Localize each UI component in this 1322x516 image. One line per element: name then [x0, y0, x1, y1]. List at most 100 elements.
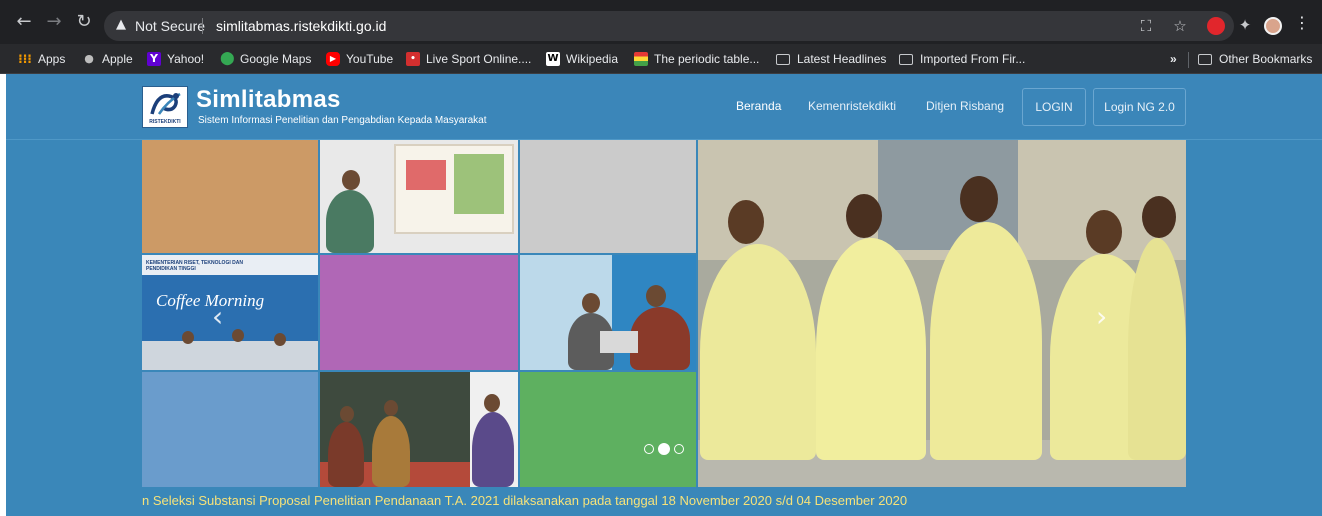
person-head [1142, 196, 1176, 238]
opera-extension-icon[interactable] [1207, 17, 1225, 35]
person-head [274, 333, 286, 346]
banner-text: KEMENTERIAN RISET, TEKNOLOGI DAN PENDIDI… [146, 260, 243, 272]
bookmark-live-sport[interactable]: • Live Sport Online.... [406, 51, 531, 67]
slider-tile-purple [320, 255, 518, 370]
wikipedia-icon: W [546, 52, 560, 66]
person-head [1086, 210, 1122, 254]
person-body [472, 412, 514, 487]
address-bar[interactable]: ▲ Not Secure simlitabmas.ristekdikti.go.… [104, 11, 1234, 41]
bookmark-label: Latest Headlines [797, 52, 887, 66]
maps-pin-icon: ⬤ [220, 51, 235, 66]
reload-icon[interactable]: ↻ [74, 12, 94, 32]
bookmark-periodic-table[interactable]: The periodic table... [634, 51, 759, 67]
person-head [582, 293, 600, 313]
browser-toolbar: ← → ↻ ▲ Not Secure simlitabmas.ristekdik… [0, 0, 1322, 44]
slider-tile-tan [142, 140, 318, 253]
screen-graphic [406, 160, 446, 190]
bookmark-label: Apps [38, 52, 66, 66]
person-head [484, 394, 500, 412]
site-logo[interactable]: RISTEKDIKTI [142, 86, 188, 128]
person-head [340, 406, 354, 422]
periodic-icon [634, 52, 648, 66]
bookmark-label: Wikipedia [566, 52, 619, 66]
site-subtitle: Sistem Informasi Penelitian dan Pengabdi… [198, 115, 487, 126]
warning-icon[interactable]: ▲ [116, 17, 126, 32]
laptop [600, 331, 638, 353]
person-body [372, 416, 410, 487]
youtube-icon: ▶ [326, 52, 340, 66]
slider-photo-discussion [520, 255, 696, 370]
login-button[interactable]: LOGIN [1022, 88, 1086, 126]
person-head [728, 200, 764, 244]
login-ng-button[interactable]: Login NG 2.0 [1093, 88, 1186, 126]
apple-icon: ● [84, 52, 94, 65]
bookmark-youtube[interactable]: ▶ YouTube [326, 51, 393, 67]
bookmark-google-maps[interactable]: ⬤ Google Maps [220, 51, 311, 67]
omnibox-divider [202, 18, 203, 34]
bookmarks-overflow-button[interactable]: » [1170, 51, 1177, 67]
back-icon[interactable]: ← [14, 12, 34, 32]
folder-icon [1198, 53, 1212, 65]
folder-icon [776, 53, 790, 65]
nav-ditjen-risbang[interactable]: Ditjen Risbang [926, 99, 1004, 113]
avatar[interactable] [1264, 17, 1282, 35]
person-head [646, 285, 666, 307]
person-head [846, 194, 882, 238]
logo-caption: RISTEKDIKTI [149, 119, 181, 125]
person-head [232, 329, 244, 342]
translate-icon[interactable]: ⛶ [1136, 16, 1156, 36]
person-head [384, 400, 398, 416]
screen-graphic [454, 154, 504, 214]
bookmark-imported[interactable]: Imported From Fir... [899, 51, 1025, 67]
bookmark-other[interactable]: Other Bookmarks [1198, 51, 1312, 67]
slider-dot-active[interactable] [658, 443, 670, 455]
slider-dot[interactable] [674, 444, 684, 454]
slider-prev-icon[interactable]: ‹ [212, 300, 223, 333]
slider-next-icon[interactable]: › [1096, 300, 1107, 333]
page-content: RISTEKDIKTI Simlitabmas Sistem Informasi… [6, 74, 1322, 516]
bookmark-label: Imported From Fir... [920, 52, 1026, 66]
bookmark-label: YouTube [346, 52, 394, 66]
person-head [182, 331, 194, 344]
nav-beranda[interactable]: Beranda [736, 99, 781, 113]
star-icon[interactable]: ☆ [1170, 16, 1190, 36]
image-slider[interactable]: KEMENTERIAN RISET, TEKNOLOGI DAN PENDIDI… [142, 140, 1186, 487]
bookmark-latest-headlines[interactable]: Latest Headlines [776, 51, 886, 67]
slider-photo-coffee-morning: KEMENTERIAN RISET, TEKNOLOGI DAN PENDIDI… [142, 255, 318, 370]
puzzle-icon[interactable]: ✦ [1235, 15, 1255, 35]
forward-icon[interactable]: → [44, 12, 64, 32]
slider-tile-green [520, 372, 696, 487]
bookmark-label: The periodic table... [654, 52, 760, 66]
nav-kemenristekdikti[interactable]: Kemenristekdikti [808, 99, 896, 113]
bookmark-wikipedia[interactable]: W Wikipedia [546, 51, 618, 67]
bookmark-label: Other Bookmarks [1219, 52, 1313, 66]
bookmark-apple[interactable]: ● Apple [82, 51, 133, 67]
announcement-ticker[interactable]: n Seleksi Substansi Proposal Penelitian … [142, 493, 907, 508]
slider-pagination[interactable] [644, 443, 684, 455]
security-label[interactable]: Not Secure [135, 18, 205, 34]
person-lab-coat [1128, 238, 1186, 460]
menu-icon[interactable]: ⋮ [1294, 13, 1310, 32]
site-navbar: RISTEKDIKTI Simlitabmas Sistem Informasi… [6, 74, 1322, 140]
person-lab-coat [930, 222, 1042, 460]
bookmark-yahoo[interactable]: Y Yahoo! [147, 51, 204, 67]
slider-photo-presenter [320, 140, 518, 253]
bookmark-label: Live Sport Online.... [426, 52, 532, 66]
bookmark-apps[interactable]: ⁝⁝⁝ Apps [18, 51, 65, 67]
person-head [960, 176, 998, 222]
person-lab-coat [700, 244, 816, 460]
slider-dot[interactable] [644, 444, 654, 454]
coffee-morning-text: Coffee Morning [156, 291, 265, 310]
table-area [142, 341, 318, 370]
person-head [342, 170, 360, 190]
bookmark-label: Yahoo! [167, 52, 205, 66]
person-body [630, 307, 690, 370]
folder-icon [899, 53, 913, 65]
slider-photo-exhibition [320, 372, 518, 487]
bookmarks-divider [1188, 52, 1189, 68]
url-text[interactable]: simlitabmas.ristekdikti.go.id [216, 18, 386, 34]
logo-swirl-icon [150, 92, 181, 115]
slider-tile-gray [520, 140, 696, 253]
site-title[interactable]: Simlitabmas [196, 86, 341, 114]
slider-photo-lab-visit [698, 140, 1186, 487]
